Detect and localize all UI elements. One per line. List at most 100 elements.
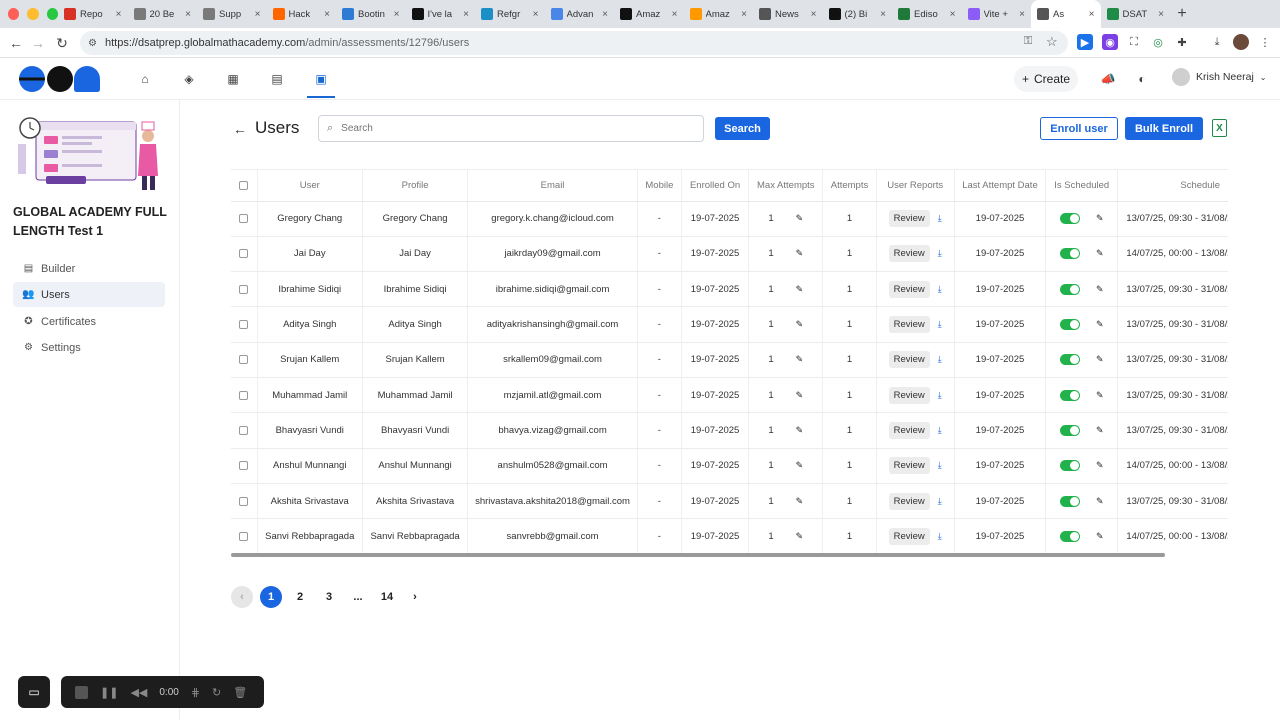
scheduled-toggle[interactable] xyxy=(1059,424,1080,436)
camera-icon[interactable]: ▭ xyxy=(18,676,50,708)
download-icon[interactable]: ⤓ xyxy=(938,460,942,471)
edit-pencil-icon[interactable]: ✎ xyxy=(796,284,804,295)
browser-tab[interactable]: Advan × xyxy=(545,0,615,28)
close-tab-icon[interactable]: × xyxy=(463,9,469,20)
next-page-button[interactable]: › xyxy=(404,586,426,608)
user-cell[interactable]: Muhammad Jamil xyxy=(257,377,363,414)
review-button[interactable]: Review xyxy=(888,386,930,404)
download-icon[interactable]: ⤓ xyxy=(938,425,942,436)
row-checkbox[interactable] xyxy=(239,249,249,259)
browser-tab[interactable]: Vite + × xyxy=(962,0,1032,28)
browser-tab[interactable]: Hack × xyxy=(267,0,337,28)
edit-pencil-icon[interactable]: ✎ xyxy=(1096,425,1104,436)
user-cell[interactable]: Srujan Kallem xyxy=(257,342,363,378)
user-cell[interactable]: Anshul Munnangi xyxy=(257,448,363,484)
page-button[interactable]: 14 xyxy=(376,586,398,608)
column-header[interactable]: User xyxy=(257,170,363,202)
column-header[interactable]: Mobile xyxy=(637,170,682,202)
browser-tab[interactable]: Amaz × xyxy=(684,0,754,28)
prev-page-button[interactable]: ‹ xyxy=(231,586,253,608)
extension-icon[interactable]: ▶ xyxy=(1077,34,1093,50)
scheduled-toggle[interactable] xyxy=(1059,213,1080,225)
download-icon[interactable]: ⤓ xyxy=(1209,34,1225,50)
grammar-extension-icon[interactable]: ◎ xyxy=(1150,34,1166,50)
row-checkbox[interactable] xyxy=(239,355,249,365)
sidebar-item-users[interactable]: 👥 Users xyxy=(13,282,165,307)
minimize-window-button[interactable] xyxy=(27,8,39,20)
edit-pencil-icon[interactable]: ✎ xyxy=(796,319,804,330)
download-icon[interactable]: ⤓ xyxy=(938,390,942,401)
review-button[interactable]: Review xyxy=(888,457,930,475)
browser-tab[interactable]: Supp × xyxy=(197,0,267,28)
review-button[interactable]: Review xyxy=(888,280,930,298)
browser-tab[interactable]: (2) Bi × xyxy=(823,0,893,28)
close-tab-icon[interactable]: × xyxy=(116,9,122,20)
browser-tab[interactable]: Bootin × xyxy=(336,0,406,28)
row-checkbox[interactable] xyxy=(239,425,249,435)
user-cell[interactable]: Aditya Singh xyxy=(257,306,363,343)
download-icon[interactable]: ⤓ xyxy=(938,531,942,542)
back-icon[interactable]: ← xyxy=(4,35,28,51)
edit-pencil-icon[interactable]: ✎ xyxy=(1096,531,1104,542)
close-tab-icon[interactable]: × xyxy=(255,9,261,20)
review-button[interactable]: Review xyxy=(888,421,930,439)
column-header[interactable]: Max Attempts xyxy=(748,170,824,202)
user-cell[interactable]: Bhavyasri Vundi xyxy=(257,412,363,449)
scheduled-toggle[interactable] xyxy=(1059,389,1080,401)
user-menu[interactable]: Krish Neeraj ⌄ xyxy=(1172,68,1266,86)
page-button[interactable]: 1 xyxy=(260,586,282,608)
close-tab-icon[interactable]: × xyxy=(741,9,747,20)
row-checkbox[interactable] xyxy=(239,496,249,506)
download-icon[interactable]: ⤓ xyxy=(938,496,942,507)
scheduled-toggle[interactable] xyxy=(1059,354,1080,366)
brand-logo[interactable] xyxy=(19,66,45,92)
close-window-button[interactable] xyxy=(8,8,20,20)
edit-pencil-icon[interactable]: ✎ xyxy=(796,531,804,542)
user-cell[interactable]: Akshita Srivastava xyxy=(257,483,363,520)
page-button[interactable]: 2 xyxy=(289,586,311,608)
review-button[interactable]: Review xyxy=(888,210,930,228)
user-cell[interactable]: Gregory Chang xyxy=(257,201,363,237)
browser-tab[interactable]: Ediso × xyxy=(892,0,962,28)
stop-icon[interactable] xyxy=(75,685,88,699)
column-header[interactable]: Last Attempt Date xyxy=(954,170,1047,202)
scheduled-toggle[interactable] xyxy=(1059,460,1080,472)
sidebar-item-certificates[interactable]: ✪ Certificates xyxy=(13,309,165,334)
close-tab-icon[interactable]: × xyxy=(1089,9,1095,20)
edit-pencil-icon[interactable]: ✎ xyxy=(796,496,804,507)
close-tab-icon[interactable]: × xyxy=(672,9,678,20)
row-checkbox[interactable] xyxy=(239,284,249,294)
password-key-icon[interactable]: ⚿ xyxy=(1024,35,1032,48)
restart-icon[interactable]: ↻ xyxy=(212,686,221,699)
create-button[interactable]: + Create xyxy=(1014,66,1078,92)
zoom-window-button[interactable] xyxy=(46,8,58,20)
assessments-icon[interactable]: ▣ xyxy=(313,71,329,87)
browser-tab[interactable]: DSAT × xyxy=(1101,0,1171,28)
scheduled-toggle[interactable] xyxy=(1059,495,1080,507)
browser-tab[interactable]: 20 Be × xyxy=(128,0,198,28)
close-tab-icon[interactable]: × xyxy=(880,9,886,20)
scheduled-toggle[interactable] xyxy=(1059,530,1080,542)
library-icon[interactable]: ▦ xyxy=(225,71,241,87)
row-checkbox[interactable] xyxy=(239,320,249,330)
download-icon[interactable]: ⤓ xyxy=(938,248,942,259)
user-cell[interactable]: Jai Day xyxy=(257,236,363,273)
edit-pencil-icon[interactable]: ✎ xyxy=(796,213,804,224)
trash-icon[interactable]: 🗑 xyxy=(233,686,247,699)
review-button[interactable]: Review xyxy=(888,245,930,263)
download-icon[interactable]: ⤓ xyxy=(938,319,942,330)
profile-avatar[interactable] xyxy=(1233,34,1249,50)
screenshot-extension-icon[interactable]: ⛶ xyxy=(1126,34,1142,50)
edit-pencil-icon[interactable]: ✎ xyxy=(1096,213,1104,224)
close-tab-icon[interactable]: × xyxy=(811,9,817,20)
megaphone-icon[interactable]: 📣 xyxy=(1100,71,1116,87)
extension-icon[interactable]: ◉ xyxy=(1102,34,1118,50)
column-header[interactable]: Email xyxy=(467,170,638,202)
support-icon[interactable]: ◐ xyxy=(1134,71,1150,87)
reload-icon[interactable]: ↻ xyxy=(50,35,74,52)
pause-icon[interactable]: ❚❚ xyxy=(100,686,118,699)
column-header[interactable]: Attempts xyxy=(822,170,877,202)
edit-pencil-icon[interactable]: ✎ xyxy=(796,354,804,365)
bookmark-star-icon[interactable]: ☆ xyxy=(1046,34,1058,50)
review-button[interactable]: Review xyxy=(888,527,930,545)
